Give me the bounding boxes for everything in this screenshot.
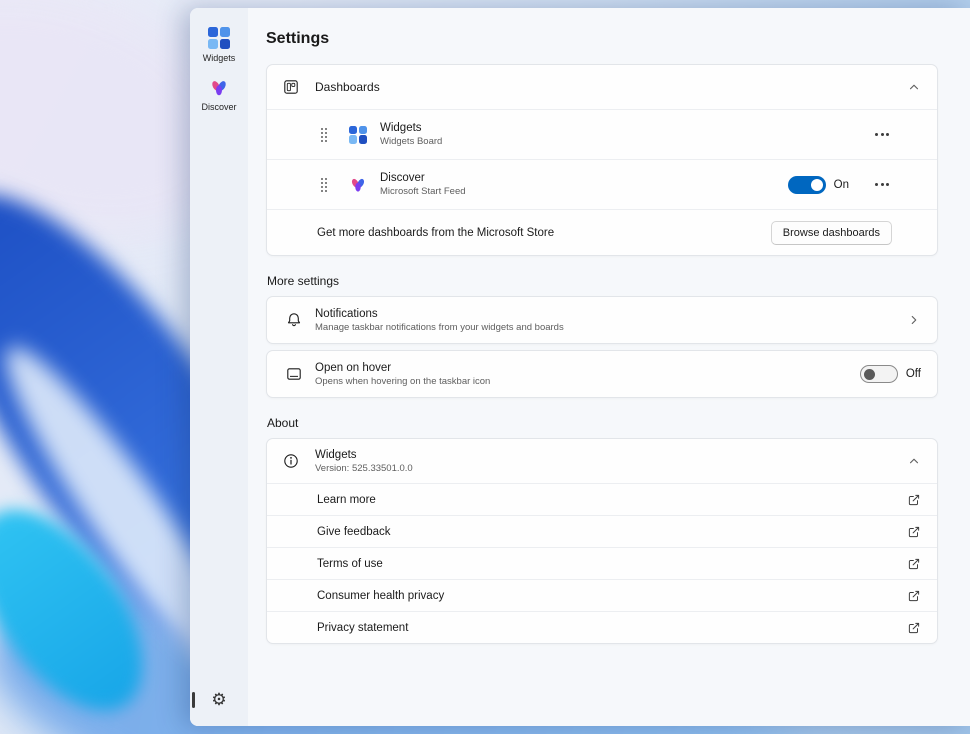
sidebar-item-discover[interactable]: Discover xyxy=(190,71,248,120)
widgets-icon xyxy=(208,27,230,49)
sidebar-item-label: Widgets xyxy=(203,53,236,63)
info-icon xyxy=(283,453,299,469)
dashboards-card: Dashboards Widgets Widgets Board xyxy=(266,64,938,256)
dashboard-row-widgets: Widgets Widgets Board xyxy=(267,109,937,159)
widgets-app-icon xyxy=(349,126,367,144)
more-options-button[interactable] xyxy=(873,129,891,140)
link-label: Consumer health privacy xyxy=(317,590,444,602)
link-label: Terms of use xyxy=(317,558,383,570)
bell-icon xyxy=(286,312,302,328)
external-link-icon xyxy=(907,557,921,571)
notifications-row[interactable]: Notifications Manage taskbar notificatio… xyxy=(267,297,937,343)
discover-toggle[interactable] xyxy=(788,176,826,194)
about-link-consumer-health-privacy[interactable]: Consumer health privacy xyxy=(267,579,937,611)
row-title: Discover xyxy=(380,172,466,184)
sidebar-item-label: Discover xyxy=(201,102,236,112)
external-link-icon xyxy=(907,525,921,539)
open-on-hover-icon xyxy=(286,366,302,382)
more-options-button[interactable] xyxy=(873,179,891,190)
external-link-icon xyxy=(907,589,921,603)
discover-app-icon xyxy=(349,176,367,194)
link-label: Privacy statement xyxy=(317,622,408,634)
discover-icon xyxy=(209,78,229,98)
settings-gear-button[interactable]: ⚙ xyxy=(207,687,230,712)
row-title: Widgets xyxy=(380,122,442,134)
external-link-icon xyxy=(907,621,921,635)
row-subtitle: Widgets Board xyxy=(380,136,442,147)
chevron-right-icon xyxy=(907,313,921,327)
about-version: Version: 525.33501.0.0 xyxy=(315,463,413,474)
about-expander-header[interactable]: Widgets Version: 525.33501.0.0 xyxy=(267,439,937,483)
dashboard-row-discover: Discover Microsoft Start Feed On xyxy=(267,159,937,209)
drag-handle[interactable] xyxy=(321,178,327,192)
more-settings-label: More settings xyxy=(267,274,938,288)
open-on-hover-card: Open on hover Opens when hovering on the… xyxy=(266,350,938,398)
row-subtitle: Opens when hovering on the taskbar icon xyxy=(315,376,490,387)
about-title: Widgets xyxy=(315,449,413,461)
sidebar-item-widgets[interactable]: Widgets xyxy=(190,20,248,71)
about-label: About xyxy=(267,416,938,430)
chevron-up-icon xyxy=(907,80,921,94)
open-on-hover-toggle[interactable] xyxy=(860,365,898,383)
dashboards-expander-header[interactable]: Dashboards xyxy=(267,65,937,109)
about-link-learn-more[interactable]: Learn more xyxy=(267,483,937,515)
toggle-state-label: On xyxy=(834,179,849,191)
dashboards-title: Dashboards xyxy=(315,80,380,94)
row-title: Notifications xyxy=(315,308,564,320)
about-link-privacy-statement[interactable]: Privacy statement xyxy=(267,611,937,643)
open-on-hover-row: Open on hover Opens when hovering on the… xyxy=(267,351,937,397)
dashboards-icon xyxy=(283,79,299,95)
active-indicator xyxy=(192,692,195,708)
toggle-state-label: Off xyxy=(906,368,921,380)
settings-page: Settings Dashboards xyxy=(248,8,970,726)
sidebar-footer: ⚙ xyxy=(190,687,248,712)
desktop: Widgets Discover ⚙ Settings xyxy=(0,0,970,734)
chevron-up-icon xyxy=(907,454,921,468)
external-link-icon xyxy=(907,493,921,507)
dashboards-footer-row: Get more dashboards from the Microsoft S… xyxy=(267,209,937,255)
row-subtitle: Microsoft Start Feed xyxy=(380,186,466,197)
sidebar: Widgets Discover ⚙ xyxy=(190,8,248,726)
notifications-card: Notifications Manage taskbar notificatio… xyxy=(266,296,938,344)
page-title: Settings xyxy=(266,30,938,48)
row-title: Open on hover xyxy=(315,362,490,374)
about-link-terms-of-use[interactable]: Terms of use xyxy=(267,547,937,579)
widgets-settings-panel: Widgets Discover ⚙ Settings xyxy=(190,8,970,726)
browse-dashboards-button[interactable]: Browse dashboards xyxy=(771,221,892,245)
about-card: Widgets Version: 525.33501.0.0 Learn mor… xyxy=(266,438,938,644)
get-more-dashboards-text: Get more dashboards from the Microsoft S… xyxy=(317,227,554,239)
drag-handle[interactable] xyxy=(321,128,327,142)
row-subtitle: Manage taskbar notifications from your w… xyxy=(315,322,564,333)
link-label: Learn more xyxy=(317,494,376,506)
link-label: Give feedback xyxy=(317,526,391,538)
about-link-give-feedback[interactable]: Give feedback xyxy=(267,515,937,547)
